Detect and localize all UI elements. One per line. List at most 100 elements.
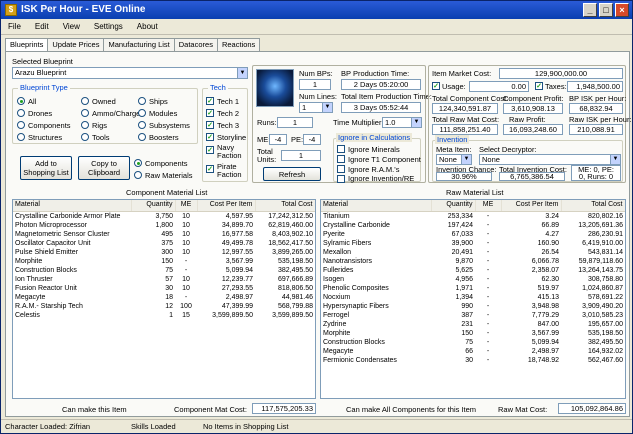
chevron-down-icon[interactable]: ▼: [411, 118, 421, 127]
table-row[interactable]: Nanotransistors 9,870 - 6,066.78 59,879,118.…: [321, 257, 625, 266]
radio-drones[interactable]: [17, 109, 25, 117]
table-row[interactable]: Oscillator Capacitor Unit 375 10 49,499.78 1…: [13, 239, 315, 248]
time-multiplier-select[interactable]: 1.0 ▼: [382, 117, 422, 128]
radio-subsystems[interactable]: [138, 121, 146, 129]
table-row[interactable]: Megacyte 66 - 2,498.97 164,932.02: [321, 347, 625, 356]
menu-view[interactable]: View: [56, 19, 87, 35]
tab-blueprints[interactable]: Blueprints: [5, 38, 49, 52]
check-storyline[interactable]: ✓: [206, 133, 214, 141]
check-ignore-invention[interactable]: [337, 175, 345, 183]
table-row[interactable]: Morphite 150 - 3,567.99 535,198.50: [13, 257, 315, 266]
check-usage[interactable]: ✓: [432, 82, 440, 90]
col-me[interactable]: ME: [175, 200, 198, 212]
menu-about[interactable]: About: [130, 19, 165, 35]
minimize-button[interactable]: _: [583, 3, 597, 17]
radio-components[interactable]: [17, 121, 25, 129]
runs-input[interactable]: 1: [277, 117, 313, 128]
copy-to-clipboard-button[interactable]: Copy to Clipboard: [78, 156, 130, 180]
radio-mode-raw[interactable]: [134, 171, 142, 179]
radio-rigs[interactable]: [81, 121, 89, 129]
chevron-down-icon[interactable]: ▼: [610, 155, 620, 164]
radio-tools[interactable]: [81, 133, 89, 141]
menu-edit[interactable]: Edit: [28, 19, 56, 35]
col-cost-per-item[interactable]: Cost Per Item: [501, 200, 562, 212]
raw-grid[interactable]: Material Quantity ME Cost Per Item Total…: [320, 199, 626, 399]
table-row[interactable]: Titanium 253,334 - 3.24 820,802.16: [321, 211, 625, 221]
col-quantity[interactable]: Quantity: [431, 200, 476, 212]
table-row[interactable]: Pyerite 67,033 - 4.27 286,230.91: [321, 230, 625, 239]
table-row[interactable]: Photon Microprocessor 1,800 10 34,899.70 62,…: [13, 221, 315, 230]
maximize-button[interactable]: □: [599, 3, 613, 17]
table-row[interactable]: Phenolic Composites 1,971 - 519.97 1,024,860…: [321, 284, 625, 293]
decryptor-select[interactable]: None ▼: [479, 154, 621, 165]
table-row[interactable]: Construction Blocks 75 - 5,099.94 382,495.50: [321, 338, 625, 347]
tab-manufacturing-list[interactable]: Manufacturing List: [103, 38, 175, 51]
table-row[interactable]: Fullerides 5,625 - 2,358.07 13,264,143.75: [321, 266, 625, 275]
table-row[interactable]: Crystalline Carbonide Armor Plate 3,750 10…: [13, 211, 315, 221]
radio-ships[interactable]: [138, 97, 146, 105]
col-material[interactable]: Material: [13, 200, 132, 212]
num-bps-input[interactable]: 1: [299, 79, 331, 90]
close-button[interactable]: ×: [615, 3, 629, 17]
table-row[interactable]: Fusion Reactor Unit 30 10 27,293.55 818,806.…: [13, 284, 315, 293]
table-row[interactable]: Zydrine 231 - 847.00 195,657.00: [321, 320, 625, 329]
cell-material: Magnetometric Sensor Cluster: [15, 230, 110, 238]
menu-settings[interactable]: Settings: [87, 19, 130, 35]
me-input[interactable]: -4: [269, 134, 287, 145]
table-row[interactable]: Hypersynaptic Fibers 990 - 3,948.98 3,909,49…: [321, 302, 625, 311]
table-row[interactable]: R.A.M.- Starship Tech 12 100 47,399.99 568,7…: [13, 302, 315, 311]
table-row[interactable]: Ion Thruster 57 10 12,239.77 697,666.89: [13, 275, 315, 284]
blueprint-select[interactable]: Arazu Blueprint ▼: [12, 67, 248, 79]
table-row[interactable]: Sylramic Fibers 39,900 - 160.90 6,419,910.00: [321, 239, 625, 248]
col-quantity[interactable]: Quantity: [131, 200, 176, 212]
col-me[interactable]: ME: [475, 200, 502, 212]
check-ignore-t1[interactable]: [337, 155, 345, 163]
check-tech2[interactable]: ✓: [206, 109, 214, 117]
table-row[interactable]: Nocxium 1,394 - 415.13 578,691.22: [321, 293, 625, 302]
refresh-button[interactable]: Refresh: [263, 167, 321, 181]
chevron-down-icon[interactable]: ▼: [237, 68, 247, 78]
tab-datacores[interactable]: Datacores: [173, 38, 218, 51]
col-material[interactable]: Material: [321, 200, 432, 212]
check-ignore-rams[interactable]: [337, 165, 345, 173]
tab-update-prices[interactable]: Update Prices: [47, 38, 105, 51]
component-grid[interactable]: Material Quantity ME Cost Per Item Total…: [12, 199, 316, 399]
radio-modules[interactable]: [138, 109, 146, 117]
table-row[interactable]: Isogen 4,956 - 62.30 308,758.80: [321, 275, 625, 284]
table-row[interactable]: Mexallon 20,491 - 26.54 543,831.14: [321, 248, 625, 257]
num-lines-select[interactable]: 1 ▼: [299, 102, 333, 113]
isk-icon: $: [5, 4, 17, 16]
col-total-cost[interactable]: Total Cost: [255, 200, 315, 212]
check-tech3[interactable]: ✓: [206, 121, 214, 129]
check-pirate-faction[interactable]: ✓: [206, 165, 214, 173]
check-taxes[interactable]: ✓: [535, 82, 543, 90]
table-row[interactable]: Fermionic Condensates 30 - 18,748.92 562,467…: [321, 356, 625, 365]
chevron-down-icon[interactable]: ▼: [322, 103, 332, 112]
radio-ammo[interactable]: [81, 109, 89, 117]
radio-structures[interactable]: [17, 133, 25, 141]
radio-boosters[interactable]: [138, 133, 146, 141]
chevron-down-icon[interactable]: ▼: [461, 155, 471, 164]
menu-file[interactable]: File: [1, 19, 28, 35]
radio-mode-components[interactable]: [134, 159, 142, 167]
tab-reactions[interactable]: Reactions: [216, 38, 261, 51]
table-row[interactable]: Construction Blocks 75 - 5,099.94 382,495.50: [13, 266, 315, 275]
cell-cost-per-item: 519.97: [537, 284, 559, 292]
pe-input[interactable]: -4: [303, 134, 321, 145]
table-row[interactable]: Pulse Shield Emitter 300 10 12,997.55 3,899,…: [13, 248, 315, 257]
table-row[interactable]: Megacyte 18 - 2,498.97 44,981.46: [13, 293, 315, 302]
add-to-shopping-list-button[interactable]: Add to Shopping List: [20, 156, 72, 180]
check-ignore-minerals[interactable]: [337, 145, 345, 153]
radio-all[interactable]: [17, 97, 25, 105]
col-total-cost[interactable]: Total Cost: [561, 200, 625, 212]
table-row[interactable]: Crystalline Carbonide 197,424 - 66.89 13,205…: [321, 221, 625, 230]
table-row[interactable]: Celestis 1 15 3,599,899.50 3,599,899.50: [13, 311, 315, 320]
col-cost-per-item[interactable]: Cost Per Item: [197, 200, 256, 212]
table-row[interactable]: Ferrogel 387 - 7,779.29 3,010,585.23: [321, 311, 625, 320]
check-tech1[interactable]: ✓: [206, 97, 214, 105]
radio-owned[interactable]: [81, 97, 89, 105]
table-row[interactable]: Magnetometric Sensor Cluster 495 10 16,977.…: [13, 230, 315, 239]
check-navy-faction[interactable]: ✓: [206, 146, 214, 154]
table-row[interactable]: Morphite 150 - 3,567.99 535,198.50: [321, 329, 625, 338]
meta-item-select[interactable]: None ▼: [436, 154, 472, 165]
